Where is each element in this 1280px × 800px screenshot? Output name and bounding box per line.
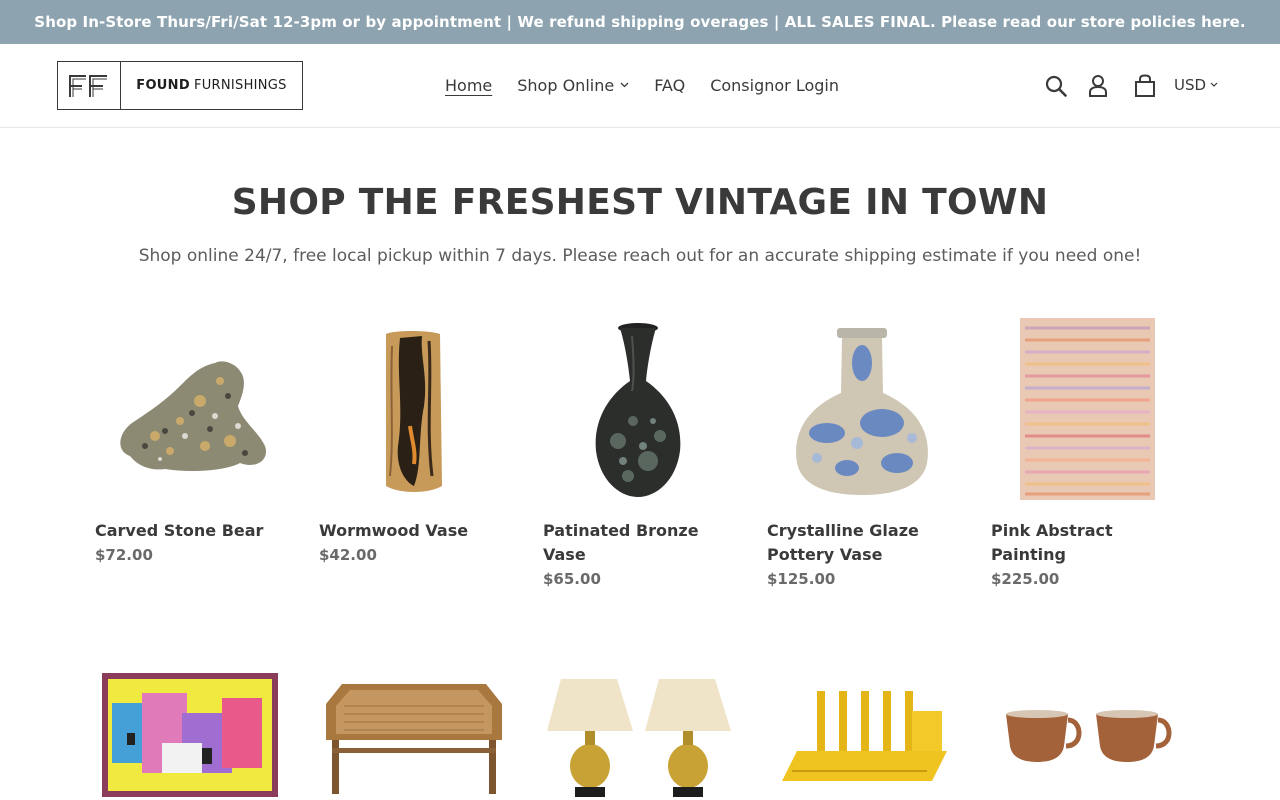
nav-shop-online[interactable]: Shop Online: [517, 76, 629, 95]
product-price: $42.00: [319, 546, 377, 564]
product-title: Crystalline Glaze Pottery Vase: [767, 521, 919, 564]
product-card-colorful-pueblo-painting[interactable]: [95, 628, 285, 800]
product-price: $72.00: [95, 546, 153, 564]
chevron-down-icon: [1210, 82, 1218, 88]
product-image: [543, 628, 733, 800]
nav-faq[interactable]: FAQ: [654, 76, 685, 95]
product-image: [767, 628, 957, 800]
page-title: SHOP THE FRESHEST VINTAGE IN TOWN: [231, 182, 1049, 223]
currency-label: USD: [1174, 76, 1207, 94]
logo-text: FOUND FURNISHINGS: [121, 62, 302, 109]
product-card-ceramic-mugs[interactable]: [991, 628, 1181, 800]
product-image: [95, 628, 285, 800]
product-title: Pink Abstract Painting: [991, 521, 1113, 564]
nav-consignor-login[interactable]: Consignor Login: [710, 76, 839, 95]
announcement-bar[interactable]: Shop In-Store Thurs/Fri/Sat 12-3pm or by…: [0, 0, 1280, 44]
account-icon[interactable]: [1082, 70, 1114, 102]
product-image: [991, 318, 1181, 503]
site-header: FOUND FURNISHINGS Home Shop Online FAQ C…: [0, 44, 1280, 128]
product-card-yellow-desk-organizer[interactable]: [767, 628, 957, 800]
product-title: Patinated Bronze Vase: [543, 521, 699, 564]
product-card-wormwood-vase[interactable]: Wormwood Vase $42.00: [319, 318, 509, 567]
product-image: [319, 628, 509, 800]
product-image: [767, 318, 957, 503]
product-card-crystalline-glaze-vase[interactable]: Crystalline Glaze Pottery Vase $125.00: [767, 318, 957, 591]
main-nav: Home Shop Online FAQ Consignor Login: [445, 73, 839, 97]
product-price: $65.00: [543, 570, 601, 588]
cart-icon[interactable]: [1129, 70, 1161, 102]
product-card-rattan-headboard[interactable]: [319, 628, 509, 800]
product-card-patinated-bronze-vase[interactable]: Patinated Bronze Vase $65.00: [543, 318, 733, 591]
product-image: [991, 628, 1181, 800]
logo-word-rest: FURNISHINGS: [193, 78, 287, 93]
nav-home[interactable]: Home: [445, 76, 492, 95]
logo-word-bold: FOUND: [136, 78, 190, 93]
product-image: [319, 318, 509, 503]
product-image: [543, 318, 733, 503]
product-price: $225.00: [991, 570, 1060, 588]
product-card-carved-stone-bear[interactable]: Carved Stone Bear $72.00: [95, 318, 285, 567]
product-price: $125.00: [767, 570, 836, 588]
ff-monogram-icon: [69, 74, 107, 97]
page-subtitle: Shop online 24/7, free local pickup with…: [138, 246, 1142, 266]
product-title: Carved Stone Bear: [95, 521, 264, 540]
search-icon[interactable]: [1040, 70, 1072, 102]
product-title: Wormwood Vase: [319, 521, 469, 540]
currency-selector[interactable]: USD: [1174, 76, 1218, 94]
product-image: [95, 318, 285, 503]
nav-shop-online-label: Shop Online: [517, 75, 615, 95]
logo-mark: [58, 62, 121, 109]
store-logo[interactable]: FOUND FURNISHINGS: [57, 61, 303, 110]
product-card-pink-abstract-painting[interactable]: Pink Abstract Painting $225.00: [991, 318, 1181, 591]
product-card-brass-lamps[interactable]: [543, 628, 733, 800]
chevron-down-icon: [620, 82, 629, 88]
